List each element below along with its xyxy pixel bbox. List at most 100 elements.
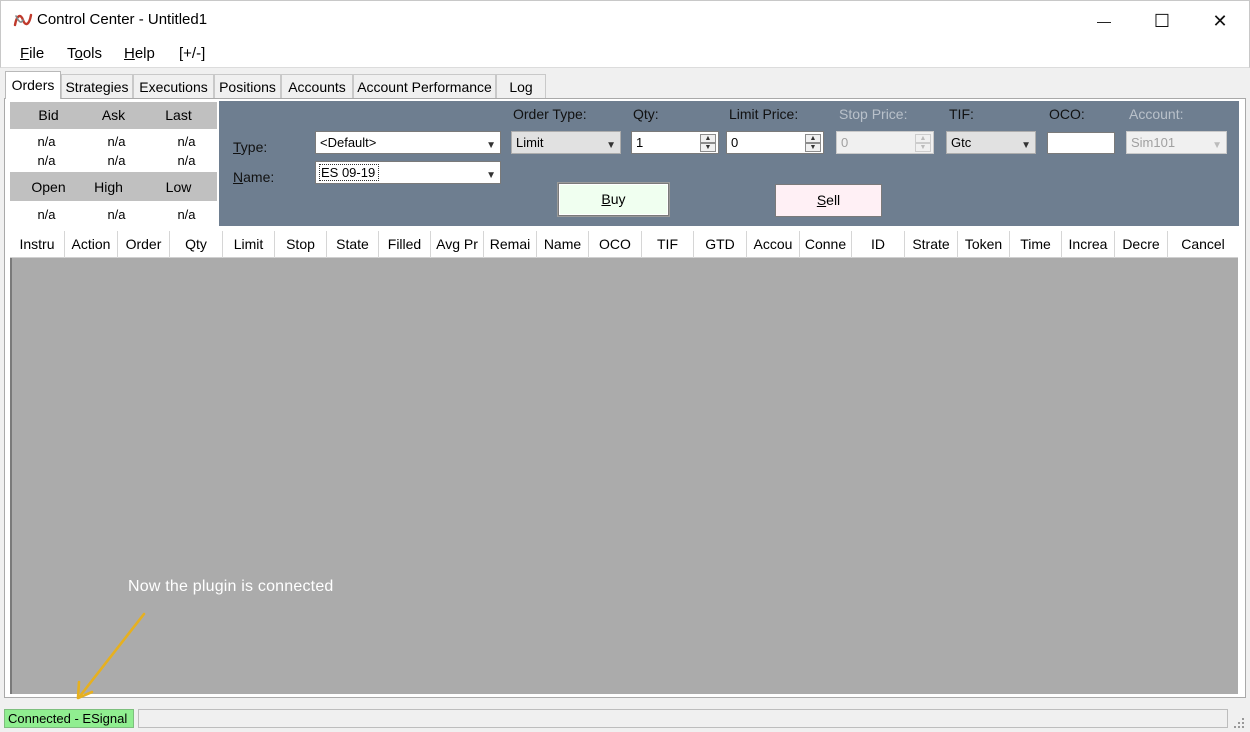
menu-tools-label-start: T (67, 45, 75, 62)
tab-orders[interactable]: Orders (5, 71, 61, 99)
last-value: n/a (177, 134, 196, 149)
col-connection[interactable]: Conne (800, 231, 852, 258)
buy-button[interactable]: Buy (558, 183, 669, 216)
stop-down-icon: ▼ (915, 143, 931, 152)
open-header: Open (31, 179, 66, 195)
orders-grid-header: Instru Action Order Qty Limit Stop State… (10, 231, 1238, 258)
last-header: Last (165, 107, 192, 123)
tab-account-performance[interactable]: Account Performance (353, 74, 496, 98)
chevron-down-icon: ▼ (606, 140, 616, 151)
name-select[interactable]: ES 09-19 ▼ (315, 161, 501, 184)
col-decrease[interactable]: Decre (1115, 231, 1168, 258)
tab-positions[interactable]: Positions (214, 74, 281, 98)
status-message-field (138, 709, 1228, 728)
tab-accounts[interactable]: Accounts (281, 74, 353, 98)
col-action[interactable]: Action (65, 231, 118, 258)
close-button[interactable]: ✕ (1191, 1, 1249, 41)
menu-tools-label: ols (82, 45, 103, 62)
menu-tools-mnemonic: o (74, 45, 83, 62)
market-data-box: Bid Ask Last n/a n/a n/a n/a n/a n/a Ope… (10, 102, 217, 226)
limit-price-stepper[interactable]: 0 ▲ ▼ (726, 131, 824, 154)
col-avg-price[interactable]: Avg Pr (431, 231, 484, 258)
name-select-value: ES 09-19 (318, 164, 380, 181)
col-gtd[interactable]: GTD (694, 231, 747, 258)
col-tif[interactable]: TIF (642, 231, 694, 258)
menu-toggle[interactable]: [+/-] (179, 45, 205, 62)
chevron-down-icon: ▼ (1021, 140, 1031, 151)
type-label-text: ype: (240, 139, 268, 155)
limit-up-icon[interactable]: ▲ (805, 134, 821, 143)
menu-tools[interactable]: Tools (67, 45, 102, 62)
col-oco[interactable]: OCO (589, 231, 642, 258)
menu-file[interactable]: File (20, 45, 44, 62)
col-state[interactable]: State (327, 231, 379, 258)
ask-value: n/a (107, 134, 126, 149)
bid-value: n/a (37, 134, 56, 149)
col-filled[interactable]: Filled (379, 231, 431, 258)
col-stop[interactable]: Stop (275, 231, 327, 258)
app-logo-icon (13, 13, 33, 27)
ask-header: Ask (101, 107, 126, 123)
buy-mnemonic: B (601, 191, 611, 207)
order-type-select[interactable]: Limit ▼ (511, 131, 621, 154)
annotation-text: Now the plugin is connected (128, 578, 334, 595)
window-title: Control Center - Untitled1 (37, 11, 208, 28)
account-select: Sim101 ▼ (1126, 131, 1227, 154)
qty-up-icon[interactable]: ▲ (700, 134, 716, 143)
maximize-button[interactable]: ☐ (1133, 1, 1191, 41)
limit-down-icon[interactable]: ▼ (805, 143, 821, 152)
buy-label: uy (610, 191, 626, 207)
tif-value: Gtc (951, 135, 972, 150)
menu-bar: File Tools Help [+/-] (0, 40, 1250, 68)
connection-status: Connected - ESignal (4, 709, 134, 728)
tif-select[interactable]: Gtc ▼ (946, 131, 1036, 154)
stop-price-label: Stop Price: (839, 106, 908, 122)
menu-help[interactable]: Help (124, 45, 155, 62)
sell-label: ell (826, 192, 841, 208)
bid-size: n/a (37, 153, 56, 168)
menu-file-label: ile (29, 45, 45, 62)
stop-up-icon: ▲ (915, 134, 931, 143)
col-cancel[interactable]: Cancel (1168, 231, 1238, 258)
col-strategy[interactable]: Strate (905, 231, 958, 258)
col-account[interactable]: Accou (747, 231, 800, 258)
last-size: n/a (177, 153, 196, 168)
chevron-down-icon: ▼ (486, 170, 496, 181)
tif-label: TIF: (949, 106, 974, 122)
minimize-button[interactable]: — (1075, 1, 1133, 41)
col-limit[interactable]: Limit (223, 231, 275, 258)
title-bar: Control Center - Untitled1 — ☐ ✕ (0, 0, 1250, 40)
col-qty[interactable]: Qty (170, 231, 223, 258)
menu-file-mnemonic: F (20, 45, 30, 62)
qty-stepper[interactable]: 1 ▲ ▼ (631, 131, 719, 154)
name-label: Name: (233, 169, 274, 185)
menu-help-label: elp (134, 45, 155, 62)
resize-grip-icon[interactable] (1232, 716, 1246, 728)
low-value: n/a (177, 207, 196, 222)
col-id[interactable]: ID (852, 231, 905, 258)
sell-mnemonic: S (816, 192, 827, 208)
tab-executions[interactable]: Executions (133, 74, 214, 98)
order-type-label: Order Type: (513, 106, 587, 122)
qty-down-icon[interactable]: ▼ (700, 143, 716, 152)
market-header-row: Bid Ask Last (10, 102, 217, 129)
col-increase[interactable]: Increa (1062, 231, 1115, 258)
col-time[interactable]: Time (1010, 231, 1062, 258)
account-label: Account: (1129, 106, 1184, 122)
tab-strategies[interactable]: Strategies (61, 74, 133, 98)
orders-grid-body[interactable] (10, 258, 1238, 694)
oco-label: OCO: (1049, 106, 1085, 122)
col-instrument[interactable]: Instru (10, 231, 65, 258)
chevron-down-icon: ▼ (486, 140, 496, 151)
col-name[interactable]: Name (537, 231, 589, 258)
type-select[interactable]: <Default> ▼ (315, 131, 501, 154)
col-order[interactable]: Order (118, 231, 170, 258)
stop-price-value: 0 (841, 135, 849, 150)
sell-button[interactable]: Sell (775, 184, 882, 217)
qty-value: 1 (636, 135, 644, 150)
oco-input[interactable] (1047, 132, 1115, 154)
col-token[interactable]: Token (958, 231, 1010, 258)
order-type-value: Limit (516, 135, 544, 150)
tab-log[interactable]: Log (496, 74, 546, 98)
col-remaining[interactable]: Remai (484, 231, 537, 258)
